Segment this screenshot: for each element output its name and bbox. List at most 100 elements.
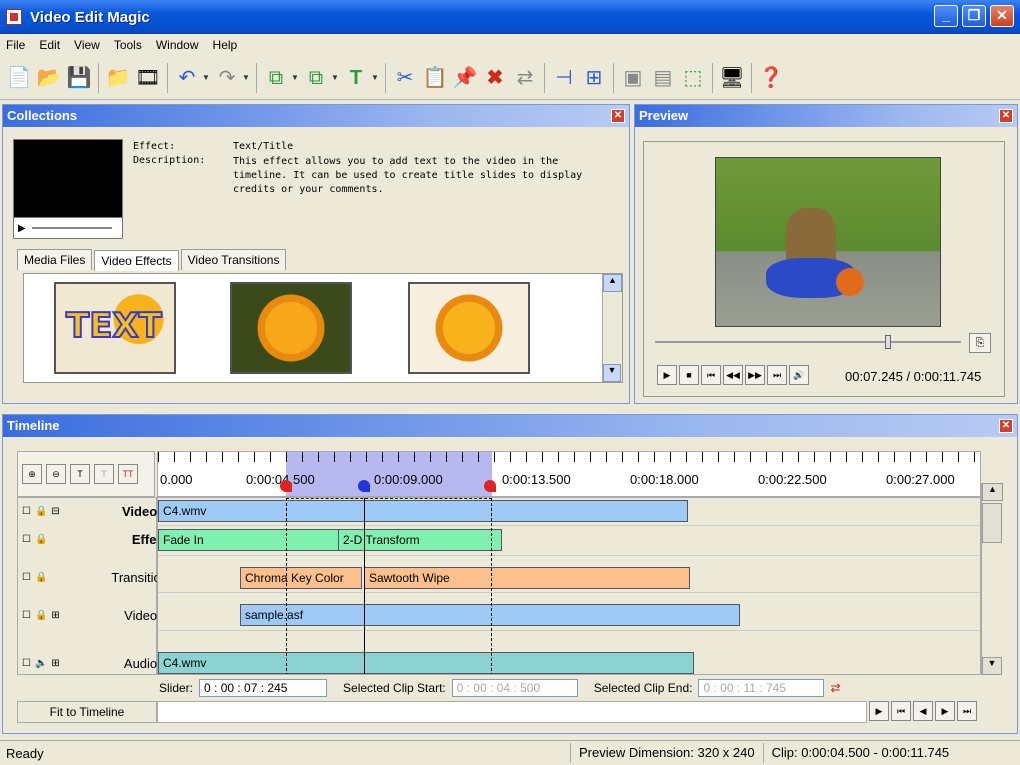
apply-icon[interactable]: ⇄ xyxy=(830,681,840,695)
menu-help[interactable]: Help xyxy=(213,38,238,52)
undo-dropdown-icon[interactable]: ▼ xyxy=(202,73,212,82)
timeline-vscroll[interactable]: ▲ ▼ xyxy=(981,483,1003,675)
redo-dropdown-icon[interactable]: ▼ xyxy=(242,73,252,82)
track-checkbox[interactable]: ☐ xyxy=(22,534,31,545)
zoom-out-icon[interactable]: ⊖ xyxy=(46,464,66,484)
paste-icon[interactable]: 📌 xyxy=(450,62,480,94)
menu-tools[interactable]: Tools xyxy=(114,38,142,52)
close-button[interactable]: ✕ xyxy=(990,5,1014,27)
start-marker-icon[interactable] xyxy=(280,480,292,492)
track-mute-icon[interactable]: 🔈 xyxy=(35,658,47,669)
add-media-icon[interactable]: 🎞 xyxy=(133,62,163,94)
tab-video-transitions[interactable]: Video Transitions xyxy=(180,249,287,270)
new-file-icon[interactable]: 📄 xyxy=(4,62,34,94)
timeline-ruler[interactable]: 0.000 0:00:04.500 0:00:09.000 0:00:13.50… xyxy=(157,451,982,497)
stop-icon[interactable]: ■ xyxy=(679,365,699,385)
menu-window[interactable]: Window xyxy=(156,38,199,52)
skip-end-icon[interactable]: ⏭ xyxy=(767,365,787,385)
properties-icon[interactable]: ▤ xyxy=(648,62,678,94)
track-lock-icon[interactable]: 🔒 xyxy=(35,506,47,517)
clip-end-input[interactable]: 0 : 00 : 11 : 745 xyxy=(698,679,825,697)
tab-video-effects[interactable]: Video Effects xyxy=(94,250,179,271)
help-icon[interactable]: ❓ xyxy=(756,62,786,94)
undo-icon[interactable]: ↶ xyxy=(172,62,202,94)
add-text-icon[interactable]: T xyxy=(341,62,371,94)
track-audio-1[interactable]: ☐ 🔈 ⊞ Audio 1 xyxy=(18,650,172,676)
track-video-1[interactable]: ☐ 🔒 ⊟ Video 1 xyxy=(18,498,172,524)
save-icon[interactable]: 💾 xyxy=(64,62,94,94)
collections-close-button[interactable]: ✕ xyxy=(611,109,625,123)
rewind-icon[interactable]: ◀◀ xyxy=(723,365,743,385)
timeline-hscroll[interactable] xyxy=(157,701,867,723)
delete-icon[interactable]: ✖ xyxy=(480,62,510,94)
swap-icon[interactable]: ⇄ xyxy=(510,62,540,94)
add-transition-icon[interactable]: ⧉ xyxy=(301,62,331,94)
timeline-close-button[interactable]: ✕ xyxy=(999,419,1013,433)
effect-thumb-3[interactable] xyxy=(408,282,530,374)
preview-close-button[interactable]: ✕ xyxy=(999,109,1013,123)
group-icon[interactable]: ⊞ xyxy=(579,62,609,94)
clip-start-input[interactable]: 0 : 00 : 04 : 500 xyxy=(451,679,578,697)
go-start-icon[interactable]: ⏮ xyxy=(891,701,911,721)
expand-icon[interactable]: ⊞ xyxy=(51,610,59,621)
volume-icon[interactable]: 🔊 xyxy=(789,365,809,385)
track-checkbox[interactable]: ☐ xyxy=(22,610,31,621)
expand-icon[interactable]: ⊞ xyxy=(51,658,59,669)
scroll-right-icon[interactable]: ▶ xyxy=(869,701,889,721)
slider-input[interactable]: 0 : 00 : 07 : 245 xyxy=(199,679,328,697)
add-transition-dropdown-icon[interactable]: ▼ xyxy=(331,73,341,82)
menu-view[interactable]: View xyxy=(74,38,100,52)
track-checkbox[interactable]: ☐ xyxy=(22,572,31,583)
track-transition[interactable]: ☐ 🔒 Transition xyxy=(18,564,172,590)
maximize-button[interactable]: ❐ xyxy=(962,5,986,27)
tab-media-files[interactable]: Media Files xyxy=(17,249,93,270)
remove-marker-icon[interactable]: T xyxy=(94,464,114,484)
menu-edit[interactable]: Edit xyxy=(39,38,60,52)
end-marker-icon[interactable] xyxy=(484,480,496,492)
playhead-marker-icon[interactable] xyxy=(358,480,370,492)
open-folder-icon[interactable]: 📂 xyxy=(34,62,64,94)
scroll-up-icon[interactable]: ▲ xyxy=(982,483,1003,501)
scroll-up-icon[interactable]: ▲ xyxy=(603,274,622,292)
gallery-scrollbar[interactable]: ▲ ▼ xyxy=(602,274,622,382)
add-text-dropdown-icon[interactable]: ▼ xyxy=(371,73,381,82)
tracks-area[interactable]: C4.wmv Fade In 2-D Transform Chroma Key … xyxy=(157,497,981,675)
track-lock-icon[interactable]: 🔒 xyxy=(35,610,47,621)
effect-play-icon[interactable]: ▶ xyxy=(18,223,26,234)
scroll-thumb[interactable] xyxy=(982,503,1002,543)
effect-thumb-text-title[interactable]: TEXT xyxy=(54,282,176,374)
effect-seek-slider[interactable] xyxy=(31,227,112,229)
add-effect-dropdown-icon[interactable]: ▼ xyxy=(291,73,301,82)
track-checkbox[interactable]: ☐ xyxy=(22,658,31,669)
capture-icon[interactable]: ▣ xyxy=(618,62,648,94)
track-lock-icon[interactable]: 🔒 xyxy=(35,534,47,545)
markers-icon[interactable]: TT xyxy=(118,464,138,484)
prev-icon[interactable]: ◀ xyxy=(913,701,933,721)
next-icon[interactable]: ▶ xyxy=(935,701,955,721)
scroll-down-icon[interactable]: ▼ xyxy=(603,364,621,382)
effect-thumb-2[interactable] xyxy=(230,282,352,374)
track-effect[interactable]: ☐ 🔒 Effect xyxy=(18,526,172,552)
copy-icon[interactable]: 📋 xyxy=(420,62,450,94)
redo-icon[interactable]: ↷ xyxy=(212,62,242,94)
crop-icon[interactable]: ⬚ xyxy=(678,62,708,94)
preview-seek-thumb[interactable] xyxy=(885,335,891,349)
collapse-icon[interactable]: ⊟ xyxy=(51,506,59,517)
add-marker-icon[interactable]: T xyxy=(70,464,90,484)
fit-to-timeline-button[interactable]: Fit to Timeline xyxy=(17,701,157,723)
skip-start-icon[interactable]: ⏮ xyxy=(701,365,721,385)
snapshot-icon[interactable]: ⎘ xyxy=(969,333,991,353)
zoom-in-icon[interactable]: ⊕ xyxy=(22,464,42,484)
track-lock-icon[interactable]: 🔒 xyxy=(35,572,47,583)
track-checkbox[interactable]: ☐ xyxy=(22,506,31,517)
cut-icon[interactable]: ✂ xyxy=(390,62,420,94)
menu-file[interactable]: File xyxy=(6,38,25,52)
scroll-down-icon[interactable]: ▼ xyxy=(982,657,1002,675)
go-end-icon[interactable]: ⏭ xyxy=(957,701,977,721)
preview-seek-track[interactable] xyxy=(655,341,961,343)
play-icon[interactable]: ▶ xyxy=(657,365,677,385)
forward-icon[interactable]: ▶▶ xyxy=(745,365,765,385)
export-icon[interactable]: 🖥 xyxy=(717,62,747,94)
track-video-2[interactable]: ☐ 🔒 ⊞ Video 2 xyxy=(18,602,172,628)
open-media-icon[interactable]: 📁 xyxy=(103,62,133,94)
